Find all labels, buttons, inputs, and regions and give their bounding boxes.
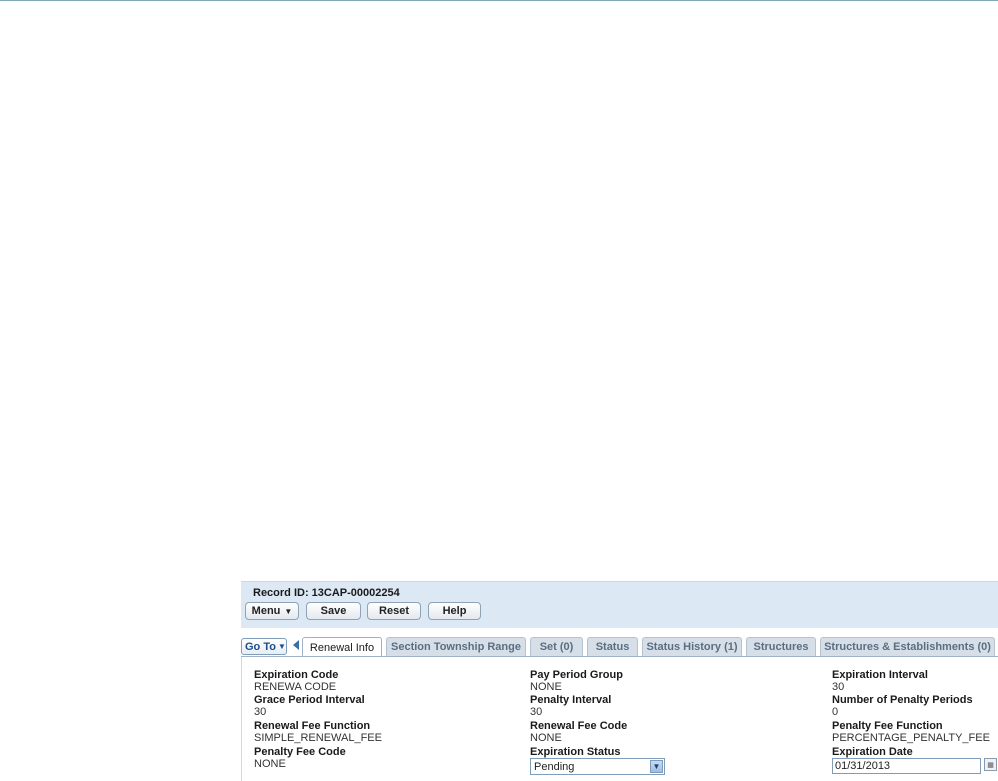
- renewal-info-panel: Expiration Code RENEWA CODE Grace Period…: [241, 657, 998, 781]
- chevron-down-icon: ▼: [277, 642, 286, 651]
- date-value: 01/31/2013: [835, 760, 891, 772]
- field-label: Pay Period Group: [530, 669, 623, 681]
- calendar-icon[interactable]: ▦: [984, 758, 997, 771]
- field-label: Number of Penalty Periods: [832, 694, 973, 706]
- field-value: NONE: [530, 681, 562, 693]
- menu-button[interactable]: Menu ▼: [245, 602, 299, 620]
- field-penalty-fee-code: Penalty Fee Code NONE: [254, 746, 346, 770]
- tab-section-township-range[interactable]: Section Township Range: [386, 637, 526, 656]
- tab-renewal-info[interactable]: Renewal Info: [302, 637, 382, 657]
- tab-structures-establishments[interactable]: Structures & Establishments (0): [820, 637, 995, 656]
- field-label: Grace Period Interval: [254, 694, 365, 706]
- field-grace-period-interval: Grace Period Interval 30: [254, 694, 365, 718]
- field-value: NONE: [254, 758, 286, 770]
- field-value: 30: [832, 681, 845, 693]
- tab-bar: Go To ▼ Renewal Info Section Township Ra…: [241, 637, 998, 657]
- select-value: Pending: [534, 760, 575, 773]
- chevron-down-icon[interactable]: ▼: [650, 760, 663, 773]
- field-label: Expiration Code: [254, 669, 339, 681]
- field-pay-period-group: Pay Period Group NONE: [530, 669, 623, 693]
- save-button[interactable]: Save: [306, 602, 361, 620]
- field-label: Expiration Date: [832, 746, 913, 758]
- record-id-title: Record ID: 13CAP-00002254: [253, 587, 400, 599]
- field-expiration-date: Expiration Date: [832, 746, 913, 758]
- field-renewal-fee-function: Renewal Fee Function SIMPLE_RENEWAL_FEE: [254, 720, 382, 744]
- tab-status[interactable]: Status: [587, 637, 638, 656]
- goto-label: Go To: [245, 640, 276, 653]
- field-label: Renewal Fee Code: [530, 720, 628, 732]
- menu-button-label: Menu: [251, 605, 281, 617]
- expiration-date-input[interactable]: 01/31/2013: [832, 758, 981, 774]
- field-value: PERCENTAGE_PENALTY_FEE: [832, 732, 990, 744]
- help-button[interactable]: Help: [428, 602, 481, 620]
- field-value: 30: [530, 706, 543, 718]
- field-value: 30: [254, 706, 267, 718]
- field-label: Penalty Interval: [530, 694, 612, 706]
- record-header-panel: Record ID: 13CAP-00002254 Menu ▼ Save Re…: [241, 581, 998, 628]
- field-expiration-status: Expiration Status: [530, 746, 620, 758]
- field-label: Penalty Fee Function: [832, 720, 943, 732]
- field-value: SIMPLE_RENEWAL_FEE: [254, 732, 382, 744]
- expiration-status-select[interactable]: Pending ▼: [530, 758, 665, 775]
- field-renewal-fee-code: Renewal Fee Code NONE: [530, 720, 627, 744]
- reset-button[interactable]: Reset: [367, 602, 421, 620]
- field-expiration-interval: Expiration Interval 30: [832, 669, 928, 693]
- chevron-down-icon: ▼: [284, 606, 293, 616]
- triangle-left-icon[interactable]: [293, 640, 299, 650]
- field-label: Expiration Status: [530, 746, 621, 758]
- top-border-line: [0, 0, 998, 1]
- tab-set[interactable]: Set (0): [530, 637, 583, 656]
- field-penalty-fee-function: Penalty Fee Function PERCENTAGE_PENALTY_…: [832, 720, 990, 744]
- field-expiration-code: Expiration Code RENEWA CODE: [254, 669, 338, 693]
- field-value: RENEWA CODE: [254, 681, 337, 693]
- field-value: 0: [832, 706, 839, 718]
- field-value: NONE: [530, 732, 562, 744]
- field-label: Penalty Fee Code: [254, 746, 346, 758]
- field-number-of-penalty-periods: Number of Penalty Periods 0: [832, 694, 973, 718]
- goto-menu-button[interactable]: Go To ▼: [241, 638, 287, 655]
- tab-status-history[interactable]: Status History (1): [642, 637, 742, 656]
- tab-structures[interactable]: Structures: [746, 637, 816, 656]
- field-penalty-interval: Penalty Interval 30: [530, 694, 611, 718]
- field-label: Expiration Interval: [832, 669, 928, 681]
- field-label: Renewal Fee Function: [254, 720, 371, 732]
